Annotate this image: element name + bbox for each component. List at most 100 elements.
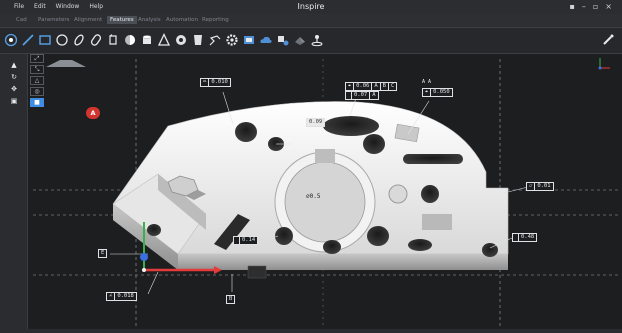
sphere-icon[interactable] xyxy=(122,32,138,48)
tab-features[interactable]: Features xyxy=(107,16,137,24)
surface-icon[interactable] xyxy=(241,32,257,48)
bore-diameter-label: ⌀0.5 xyxy=(306,193,321,200)
fcf-datum-a: A xyxy=(372,92,376,98)
cylinder-icon[interactable] xyxy=(139,32,155,48)
fixture-block xyxy=(247,265,267,279)
fcf-label: B xyxy=(229,296,233,302)
fit-icon[interactable]: ⤢ xyxy=(30,54,44,63)
save-icon[interactable]: ▪ xyxy=(569,2,574,11)
part-side-front xyxy=(178,254,508,270)
left-toolbar: ▲ ↻ ✥ ▣ xyxy=(0,54,28,333)
fcf-label: E xyxy=(101,250,105,256)
title-bar: File Edit Window Help Inspire ▪ – ▫ × xyxy=(0,0,622,14)
fit-all-icon[interactable]: ⤡ xyxy=(30,65,44,74)
cone-icon[interactable] xyxy=(156,32,172,48)
minimize-button[interactable]: – xyxy=(582,2,586,11)
slot-top xyxy=(323,116,379,136)
hole-left-edge xyxy=(147,224,161,236)
fcf-left-mid[interactable]: E xyxy=(98,249,108,258)
hole-right xyxy=(421,185,439,203)
part-model xyxy=(33,58,618,326)
tab-cad[interactable]: Cad xyxy=(16,17,27,23)
curve-icon[interactable] xyxy=(190,32,206,48)
window-controls: ▪ – ▫ × xyxy=(569,2,612,11)
point-icon[interactable] xyxy=(3,32,19,48)
fcf-symbol: ∠ xyxy=(107,293,116,300)
app-title: Inspire xyxy=(297,2,325,11)
tab-reporting[interactable]: Reporting xyxy=(202,17,229,23)
fcf-symbol: ⌖ xyxy=(423,89,432,96)
fcf-value: 0.018 xyxy=(117,293,134,299)
camera-icon[interactable]: ■ xyxy=(30,98,44,107)
fcf-value: 0.06 xyxy=(354,83,373,90)
line-icon[interactable] xyxy=(20,32,36,48)
fcf-value: 0.07 xyxy=(352,92,371,99)
rectangle-icon[interactable] xyxy=(37,32,53,48)
fcf-bottom-center[interactable]: B xyxy=(226,295,236,304)
ribbon-tabs: Cad Parameters Alignment Features Analys… xyxy=(0,14,622,28)
fixture-icon[interactable] xyxy=(309,32,325,48)
polygon-icon[interactable] xyxy=(105,32,121,48)
scan-icon[interactable] xyxy=(292,32,308,48)
hole-lower-mid xyxy=(323,240,341,254)
hole-upper-left xyxy=(235,122,257,142)
hole-upper-right xyxy=(363,134,385,154)
fcf-top-center[interactable]: ⌖ 0.06 A B C xyxy=(345,82,398,91)
mini-axis-z xyxy=(598,66,602,70)
fcf-value: 0.09 xyxy=(309,119,323,125)
fcf-value: 0.050 xyxy=(433,89,450,95)
fcf-value: 0.14 xyxy=(242,237,256,243)
tab-analysis[interactable]: Analysis xyxy=(138,17,161,23)
probe-icon[interactable] xyxy=(275,32,291,48)
3d-viewport[interactable]: A ⌓ 0.010 ⌖ 0.06 A B C 0.07 A ⌖ 0.050 A … xyxy=(28,54,622,329)
view-front-icon[interactable]: △ xyxy=(30,76,44,85)
rotate-icon[interactable]: ↻ xyxy=(9,72,19,82)
fcf-value: 0.01 xyxy=(537,183,551,189)
ellipse-icon[interactable] xyxy=(71,32,87,48)
datum-triangle xyxy=(46,60,86,67)
select-icon[interactable]: ▲ xyxy=(9,60,19,70)
gear-icon[interactable] xyxy=(224,32,240,48)
tab-automation[interactable]: Automation xyxy=(166,17,198,23)
bore-keyway xyxy=(315,149,335,163)
fcf-lower-mid[interactable]: 0.14 xyxy=(233,236,259,245)
fcf-value: 0.010 xyxy=(211,79,228,85)
fcf-top-left[interactable]: ⌓ 0.010 xyxy=(200,78,231,87)
fcf-top-right[interactable]: ⌖ 0.050 xyxy=(422,88,453,97)
corner-mark: A A xyxy=(422,79,432,85)
fcf-hole-label[interactable]: 0.09 xyxy=(306,118,326,127)
probe-tip-icon[interactable] xyxy=(600,32,616,48)
fcf-datum-c: C xyxy=(390,83,395,89)
view-iso-icon[interactable]: ◎ xyxy=(30,87,44,96)
screenshot-icon[interactable]: ▣ xyxy=(9,96,19,106)
fcf-symbol: ▱ xyxy=(527,183,536,190)
boss-right xyxy=(388,184,408,204)
cloud-icon[interactable] xyxy=(258,32,274,48)
datum-a-badge[interactable]: A xyxy=(86,107,100,119)
fcf-top-center-row2[interactable]: 0.07 A xyxy=(345,91,379,100)
slot-icon[interactable] xyxy=(88,32,104,48)
fcf-right-lower[interactable]: 0.48 xyxy=(512,233,538,242)
hole-lower-center xyxy=(367,226,389,246)
restore-button[interactable]: ▫ xyxy=(593,2,598,11)
fcf-value: 0.48 xyxy=(521,234,535,240)
close-button[interactable]: × xyxy=(605,2,612,11)
tab-parameters[interactable]: Parameters xyxy=(38,17,69,23)
fcf-datum-b: B xyxy=(381,83,389,90)
step-pocket xyxy=(422,214,452,230)
tab-alignment[interactable]: Alignment xyxy=(74,17,102,23)
spline-icon[interactable] xyxy=(207,32,223,48)
hole-lower-right xyxy=(408,239,432,251)
fcf-bottom-left[interactable]: ∠ 0.018 xyxy=(106,292,137,301)
slot-right xyxy=(403,154,463,164)
hole-right-edge xyxy=(482,243,498,257)
pan-icon[interactable]: ✥ xyxy=(9,84,19,94)
view-tools: ⤢ ⤡ △ ◎ ■ xyxy=(30,54,46,109)
central-bore xyxy=(284,161,366,243)
axis-origin xyxy=(142,268,146,272)
fcf-right-upper[interactable]: ▱ 0.01 xyxy=(526,182,554,191)
status-bar xyxy=(0,329,622,333)
circle-icon[interactable] xyxy=(54,32,70,48)
torus-icon[interactable] xyxy=(173,32,189,48)
fcf-datum-a: A xyxy=(372,83,381,90)
